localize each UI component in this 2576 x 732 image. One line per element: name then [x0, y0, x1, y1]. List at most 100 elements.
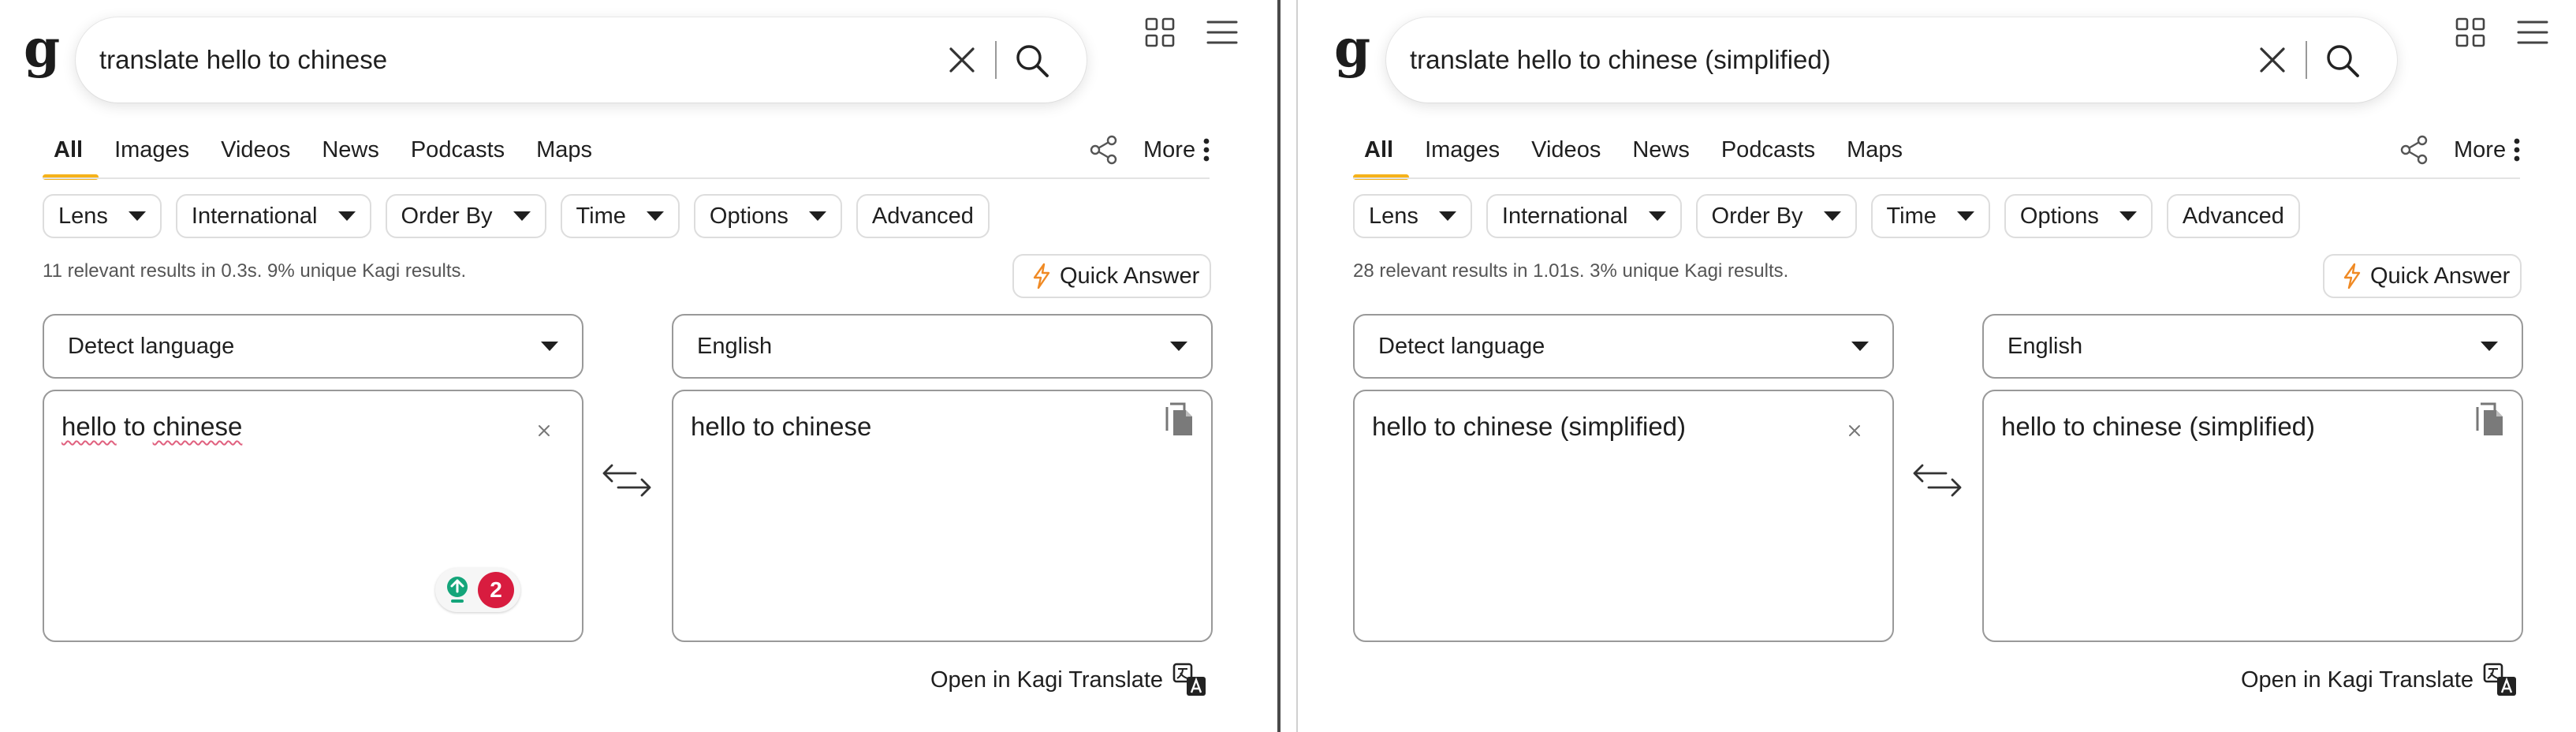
filter-lens[interactable]: Lens: [43, 194, 162, 238]
quick-answer-label: Quick Answer: [1060, 263, 1200, 289]
search-icon[interactable]: [2323, 41, 2362, 80]
filter-label: Advanced: [871, 203, 974, 229]
source-text-part: to: [116, 412, 153, 441]
copy-icon[interactable]: [1164, 401, 1195, 439]
filter-international[interactable]: International: [175, 194, 371, 238]
filter-options[interactable]: Options: [2004, 194, 2153, 238]
tab-maps[interactable]: Maps: [520, 126, 608, 174]
search-tabs: All Images Videos News Podcasts Maps: [1353, 126, 1918, 180]
tab-podcasts[interactable]: Podcasts: [1706, 126, 1831, 174]
grammar-checker-widget[interactable]: 2: [435, 568, 520, 612]
caret-down-icon: [1170, 342, 1187, 351]
tab-news[interactable]: News: [306, 126, 395, 174]
filter-bar: Lens International Order By Time Options…: [1353, 194, 2300, 238]
source-language-value: Detect language: [1378, 333, 1545, 359]
search-tabs: All Images Videos News Podcasts Maps: [43, 126, 608, 180]
target-language-select[interactable]: English: [1982, 314, 2523, 379]
misspelled-word: hello: [62, 412, 117, 441]
search-separator: [2306, 41, 2307, 79]
results-stats: 11 relevant results in 0.3s. 9% unique K…: [43, 260, 467, 282]
translated-text: hello to chinese (simplified): [2001, 412, 2316, 441]
misspelled-word: chinese: [152, 412, 243, 441]
hamburger-menu-icon[interactable]: [1206, 19, 1238, 46]
caret-down-icon: [2119, 211, 2137, 221]
filter-order-by[interactable]: Order By: [385, 194, 546, 238]
tab-images[interactable]: Images: [1409, 126, 1515, 174]
search-input[interactable]: translate hello to chinese (simplified): [1410, 17, 1831, 103]
filter-advanced[interactable]: Advanced: [856, 194, 990, 238]
more-label: More: [2454, 137, 2507, 162]
clear-search-icon[interactable]: [2257, 44, 2288, 76]
source-text[interactable]: hello to chinese (simplified): [1372, 412, 1686, 442]
target-language-select[interactable]: English: [672, 314, 1213, 379]
filter-label: Options: [709, 203, 788, 229]
more-menu[interactable]: More: [2454, 126, 2520, 174]
tab-images[interactable]: Images: [99, 126, 205, 174]
kagi-logo[interactable]: g: [24, 22, 60, 74]
screen-divider: [1277, 0, 1281, 732]
filter-lens[interactable]: Lens: [1353, 194, 1472, 238]
caret-down-icon: [1648, 211, 1666, 221]
translate-icon: [1172, 663, 1206, 696]
translation-output: hello to chinese: [672, 390, 1213, 642]
filter-label: Lens: [1369, 203, 1418, 229]
caret-down-icon: [541, 342, 558, 351]
translation-output: hello to chinese (simplified): [1982, 390, 2523, 642]
caret-down-icon: [1438, 211, 1456, 221]
source-text[interactable]: hello to chinese: [62, 412, 242, 442]
source-language-select[interactable]: Detect language: [43, 314, 583, 379]
search-separator: [995, 41, 997, 79]
filter-international[interactable]: International: [1486, 194, 1682, 238]
swap-languages-icon[interactable]: [1911, 462, 1963, 499]
clear-text-icon[interactable]: [1847, 423, 1862, 439]
screen-divider-right: [1296, 0, 1298, 732]
filter-advanced[interactable]: Advanced: [2166, 194, 2300, 238]
caret-down-icon: [513, 211, 531, 221]
tab-all[interactable]: All: [1353, 126, 1410, 180]
share-icon[interactable]: [2399, 134, 2430, 166]
apps-grid-icon[interactable]: [2455, 17, 2485, 47]
quick-answer-button[interactable]: Quick Answer: [1012, 254, 1211, 298]
share-icon[interactable]: [1088, 134, 1120, 166]
filter-time[interactable]: Time: [560, 194, 680, 238]
caret-down-icon: [337, 211, 356, 221]
tab-all[interactable]: All: [43, 126, 99, 180]
caret-down-icon: [646, 211, 664, 221]
filter-label: Time: [576, 203, 626, 229]
grammar-checker-icon: [447, 577, 468, 603]
caret-down-icon: [1956, 211, 1974, 221]
copy-icon[interactable]: [2474, 401, 2506, 439]
open-kagi-translate-label: Open in Kagi Translate: [2241, 667, 2474, 693]
open-kagi-translate-link[interactable]: Open in Kagi Translate: [930, 663, 1207, 697]
open-kagi-translate-link[interactable]: Open in Kagi Translate: [2241, 663, 2518, 697]
source-textarea[interactable]: hello to chinese (simplified): [1353, 390, 1894, 642]
swap-languages-icon[interactable]: [601, 462, 653, 499]
tab-podcasts[interactable]: Podcasts: [395, 126, 520, 174]
filter-time[interactable]: Time: [1870, 194, 1990, 238]
tabs-divider: [1353, 177, 2520, 179]
kagi-logo[interactable]: g: [1334, 22, 1370, 74]
filter-label: Time: [1886, 203, 1937, 229]
clear-text-icon[interactable]: [536, 423, 552, 439]
tab-news[interactable]: News: [1616, 126, 1706, 174]
tab-videos[interactable]: Videos: [205, 126, 306, 174]
filter-order-by[interactable]: Order By: [1695, 194, 1857, 238]
kebab-icon: [2514, 138, 2520, 162]
search-input[interactable]: translate hello to chinese: [99, 17, 387, 103]
open-kagi-translate-label: Open in Kagi Translate: [930, 667, 1164, 693]
filter-label: Order By: [1711, 203, 1803, 229]
tabs-divider: [43, 177, 1210, 179]
filter-label: Order By: [401, 203, 493, 229]
quick-answer-button[interactable]: Quick Answer: [2323, 254, 2522, 298]
source-textarea[interactable]: hello to chinese 2: [43, 390, 583, 642]
tab-maps[interactable]: Maps: [1831, 126, 1918, 174]
source-language-select[interactable]: Detect language: [1353, 314, 1894, 379]
caret-down-icon: [808, 211, 826, 221]
filter-options[interactable]: Options: [693, 194, 842, 238]
hamburger-menu-icon[interactable]: [2517, 19, 2548, 46]
more-menu[interactable]: More: [1143, 126, 1210, 174]
apps-grid-icon[interactable]: [1145, 17, 1175, 47]
search-icon[interactable]: [1012, 41, 1052, 80]
clear-search-icon[interactable]: [946, 44, 978, 76]
tab-videos[interactable]: Videos: [1515, 126, 1616, 174]
